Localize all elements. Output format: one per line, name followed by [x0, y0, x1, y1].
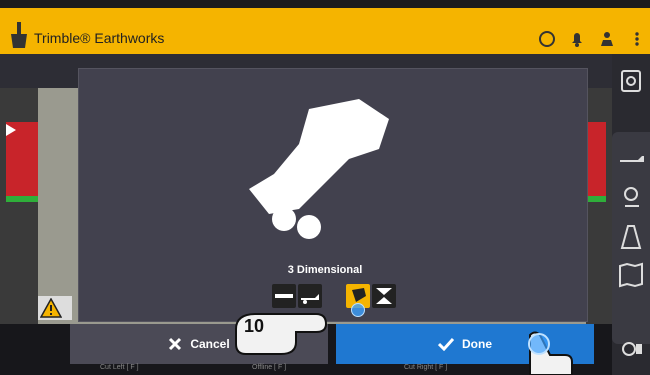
- left-arrow-icon: [6, 124, 16, 136]
- notification-bell-icon[interactable]: [568, 30, 586, 48]
- done-label: Done: [462, 337, 492, 351]
- shovel-logo-icon: [11, 22, 27, 48]
- app-header: Trimble® Earthworks: [0, 8, 650, 54]
- offline-label: Offline [ F ]: [252, 364, 287, 371]
- view-mode-label: 3 Dimensional: [287, 264, 363, 276]
- check-icon: [438, 337, 454, 351]
- warning-indicator[interactable]: [38, 296, 72, 320]
- machine-3d-preview-icon: [249, 99, 389, 239]
- touch-indicator-done: [528, 333, 550, 355]
- touch-indicator-mode: [351, 303, 365, 317]
- cloud-status-icon[interactable]: [538, 30, 556, 48]
- step-number-label: 10: [244, 316, 265, 336]
- right-cut-indicator: [586, 122, 606, 196]
- warning-icon: [40, 298, 62, 318]
- app-title: Trimble® Earthworks: [34, 30, 165, 46]
- close-icon: [169, 337, 182, 351]
- location-icon[interactable]: [614, 182, 648, 216]
- vertical-align-icon[interactable]: [372, 284, 396, 308]
- settings-icon[interactable]: [614, 64, 648, 98]
- right-on-grade-indicator: [586, 196, 606, 202]
- right-sidebar: [612, 54, 650, 375]
- cut-right-label: Cut Right [ F ]: [404, 364, 448, 371]
- cancel-label: Cancel: [190, 337, 230, 351]
- machine-settings-icon[interactable]: [614, 332, 648, 366]
- left-on-grade-indicator: [6, 196, 38, 202]
- header-icons: [538, 30, 646, 48]
- cut-left-label: Cut Left [ F ]: [100, 364, 139, 371]
- more-menu-icon[interactable]: [628, 30, 646, 48]
- operator-icon[interactable]: [598, 30, 616, 48]
- hand-pointer-icon: [235, 313, 328, 355]
- machine-icon[interactable]: [614, 142, 648, 176]
- android-status-bar: [0, 0, 650, 8]
- road-icon[interactable]: [614, 220, 648, 254]
